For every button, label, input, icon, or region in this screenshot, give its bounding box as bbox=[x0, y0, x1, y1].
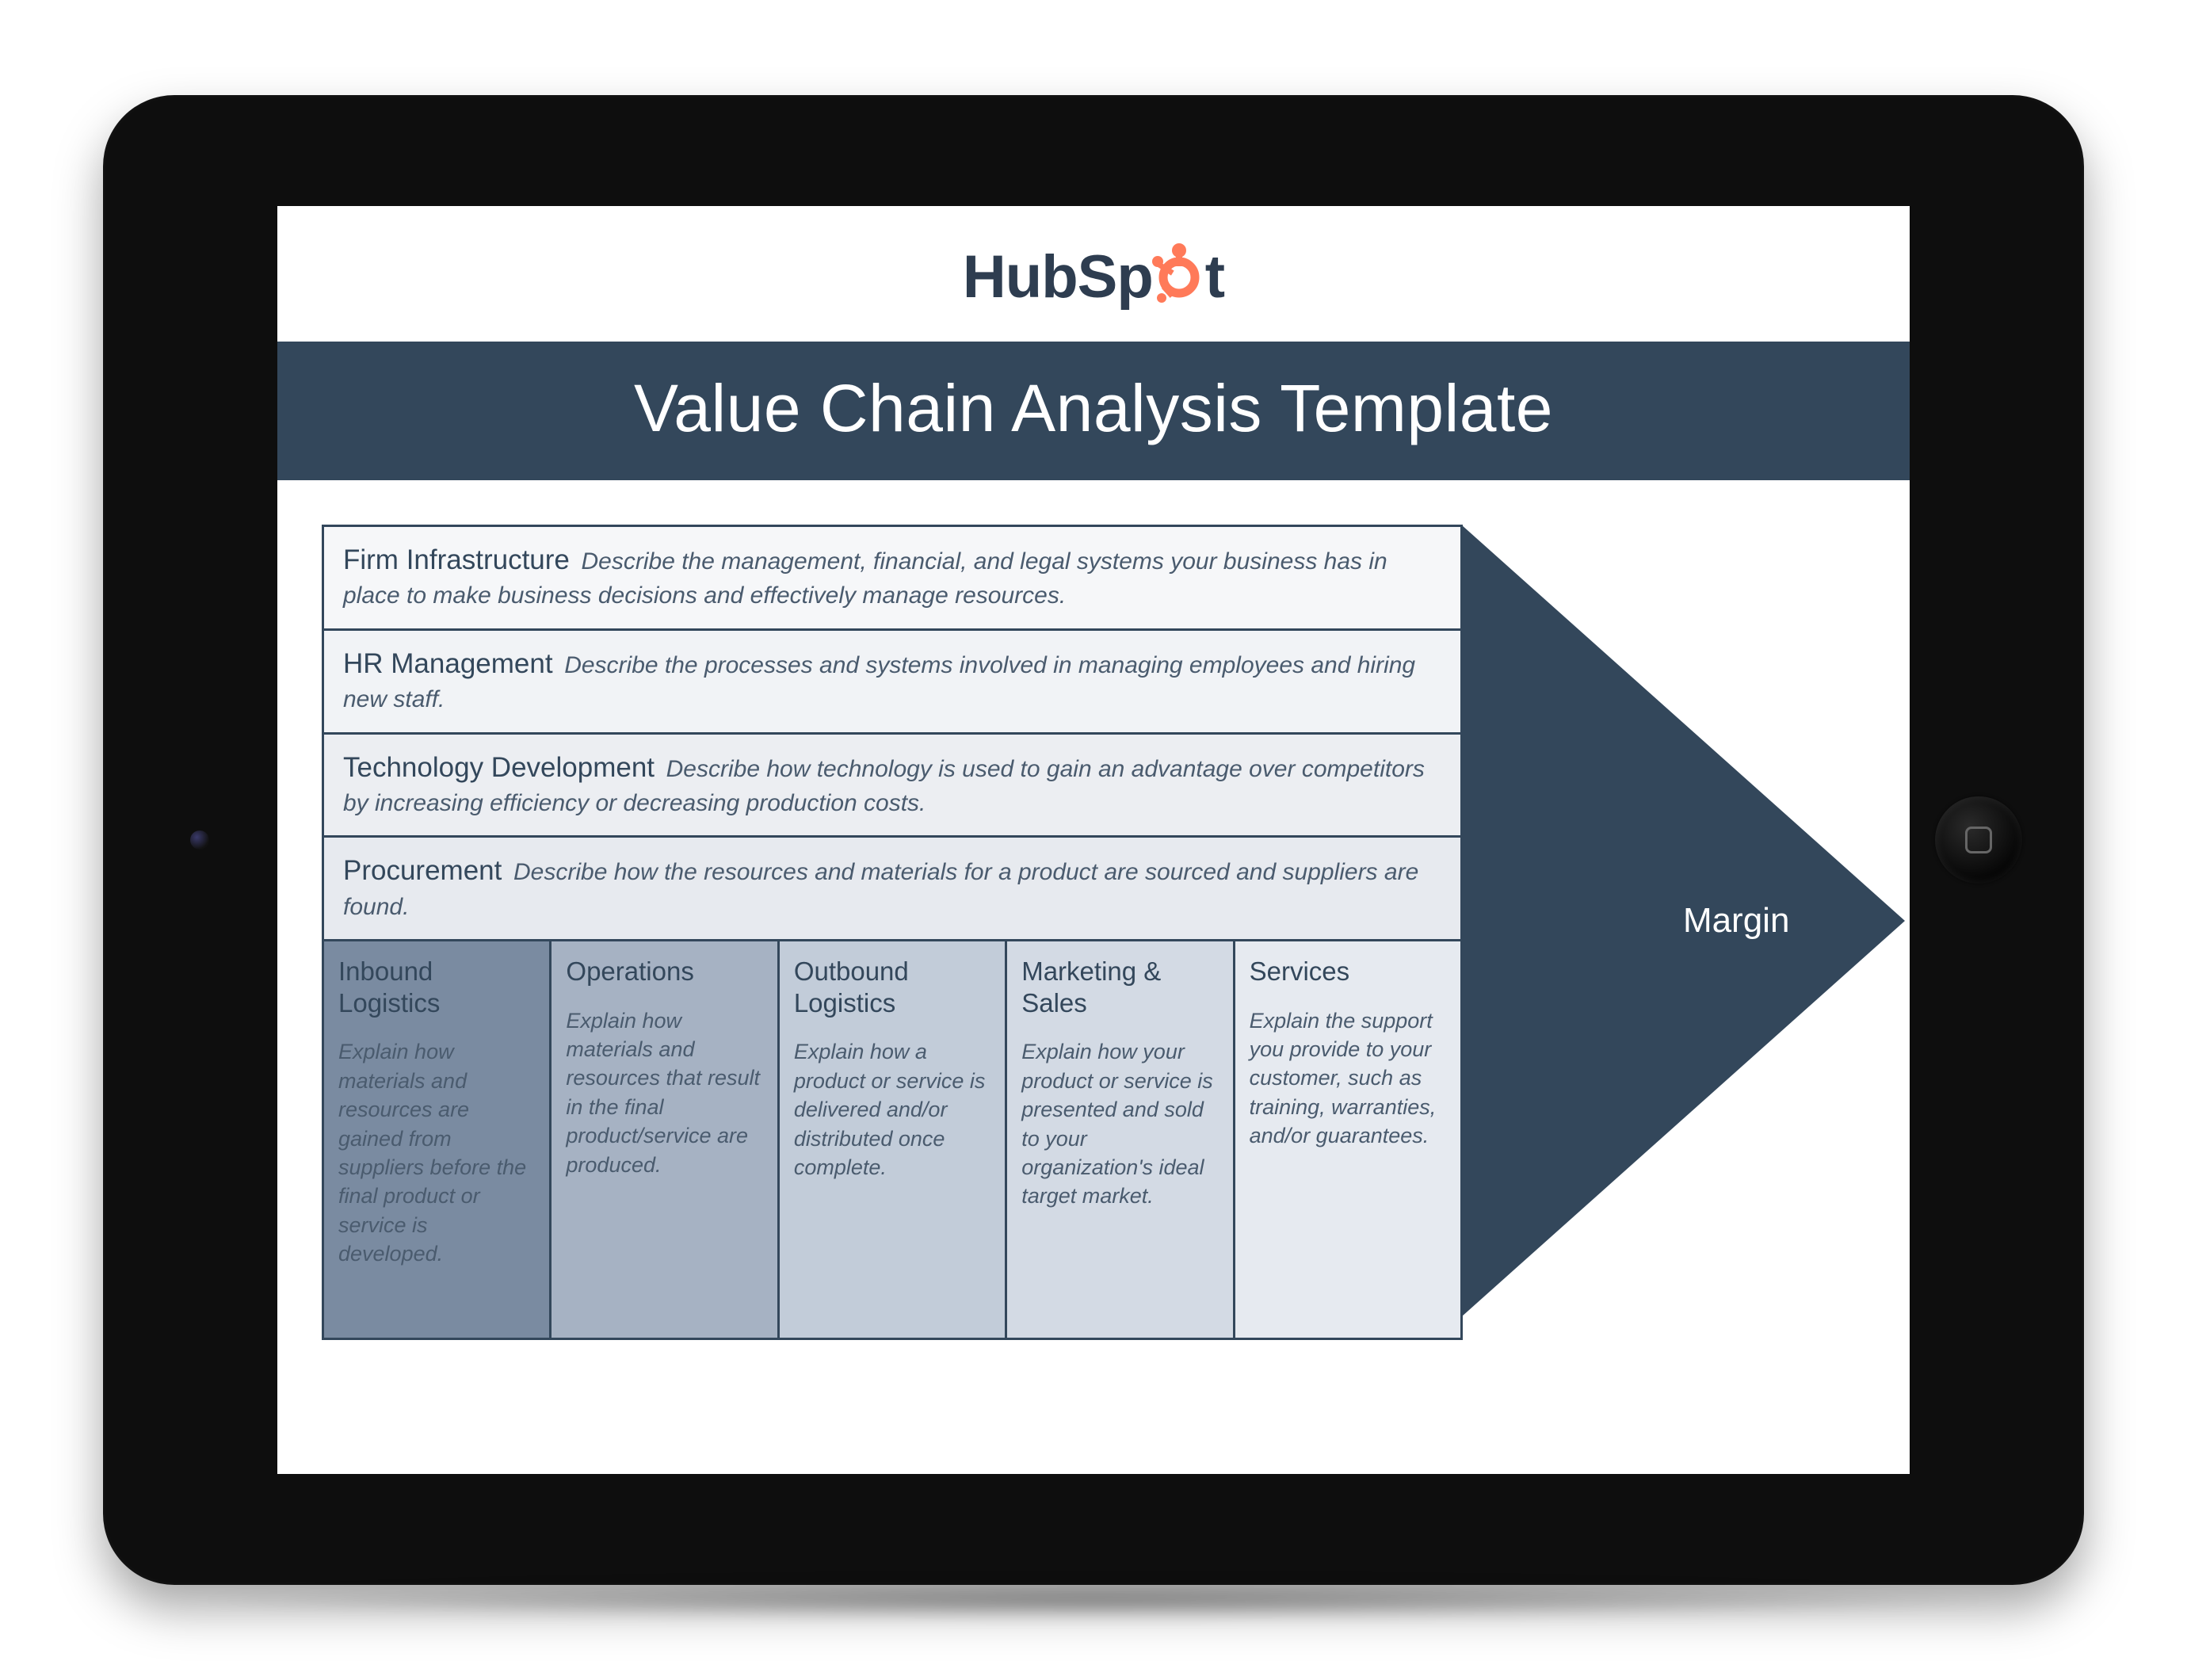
primary-col-services: Services Explain the support you provide… bbox=[1235, 941, 1460, 1338]
primary-desc: Explain how your product or service is p… bbox=[1021, 1037, 1218, 1211]
support-label: Firm Infrastructure bbox=[343, 544, 570, 575]
primary-desc: Explain how materials and resources are … bbox=[338, 1037, 535, 1269]
sprocket-icon bbox=[1150, 242, 1208, 306]
support-activities: Firm Infrastructure Describe the managem… bbox=[322, 525, 1463, 941]
tablet-shadow bbox=[182, 1580, 2005, 1620]
hubspot-logo: HubSp t bbox=[963, 242, 1224, 311]
home-button[interactable] bbox=[1935, 796, 2022, 884]
support-label: Procurement bbox=[343, 855, 502, 886]
value-chain-diagram: Firm Infrastructure Describe the managem… bbox=[277, 480, 1910, 1340]
primary-col-operations: Operations Explain how materials and res… bbox=[552, 941, 779, 1338]
logo-row: HubSp t bbox=[277, 206, 1910, 342]
title-bar: Value Chain Analysis Template bbox=[277, 342, 1910, 480]
primary-label: Services bbox=[1250, 956, 1446, 987]
primary-col-inbound-logistics: Inbound Logistics Explain how materials … bbox=[324, 941, 552, 1338]
primary-desc: Explain how a product or service is deli… bbox=[794, 1037, 990, 1182]
primary-label: Operations bbox=[566, 956, 762, 987]
primary-label: Marketing & Sales bbox=[1021, 956, 1218, 1018]
primary-desc: Explain how materials and resources that… bbox=[566, 1006, 762, 1180]
logo-text-pre: HubSp bbox=[963, 242, 1153, 311]
home-square-icon bbox=[1965, 827, 1992, 853]
tablet-frame: HubSp t bbox=[103, 95, 2084, 1585]
support-row-firm-infrastructure: Firm Infrastructure Describe the managem… bbox=[324, 527, 1460, 631]
margin-label: Margin bbox=[1683, 901, 1790, 941]
primary-col-marketing-sales: Marketing & Sales Explain how your produ… bbox=[1007, 941, 1235, 1338]
support-desc: Describe how the resources and materials… bbox=[343, 859, 1418, 919]
primary-label: Inbound Logistics bbox=[338, 956, 535, 1018]
support-row-procurement: Procurement Describe how the resources a… bbox=[324, 838, 1460, 941]
support-row-technology-development: Technology Development Describe how tech… bbox=[324, 735, 1460, 838]
primary-desc: Explain the support you provide to your … bbox=[1250, 1006, 1446, 1151]
primary-col-outbound-logistics: Outbound Logistics Explain how a product… bbox=[780, 941, 1007, 1338]
screen: HubSp t bbox=[277, 206, 1910, 1474]
camera-icon bbox=[190, 830, 209, 850]
primary-label: Outbound Logistics bbox=[794, 956, 990, 1018]
support-label: Technology Development bbox=[343, 752, 655, 783]
margin-arrow: Margin bbox=[1461, 525, 1905, 1317]
primary-activities: Inbound Logistics Explain how materials … bbox=[322, 941, 1463, 1340]
support-label: HR Management bbox=[343, 648, 553, 679]
support-row-hr-management: HR Management Describe the processes and… bbox=[324, 631, 1460, 735]
page-title: Value Chain Analysis Template bbox=[634, 371, 1553, 445]
